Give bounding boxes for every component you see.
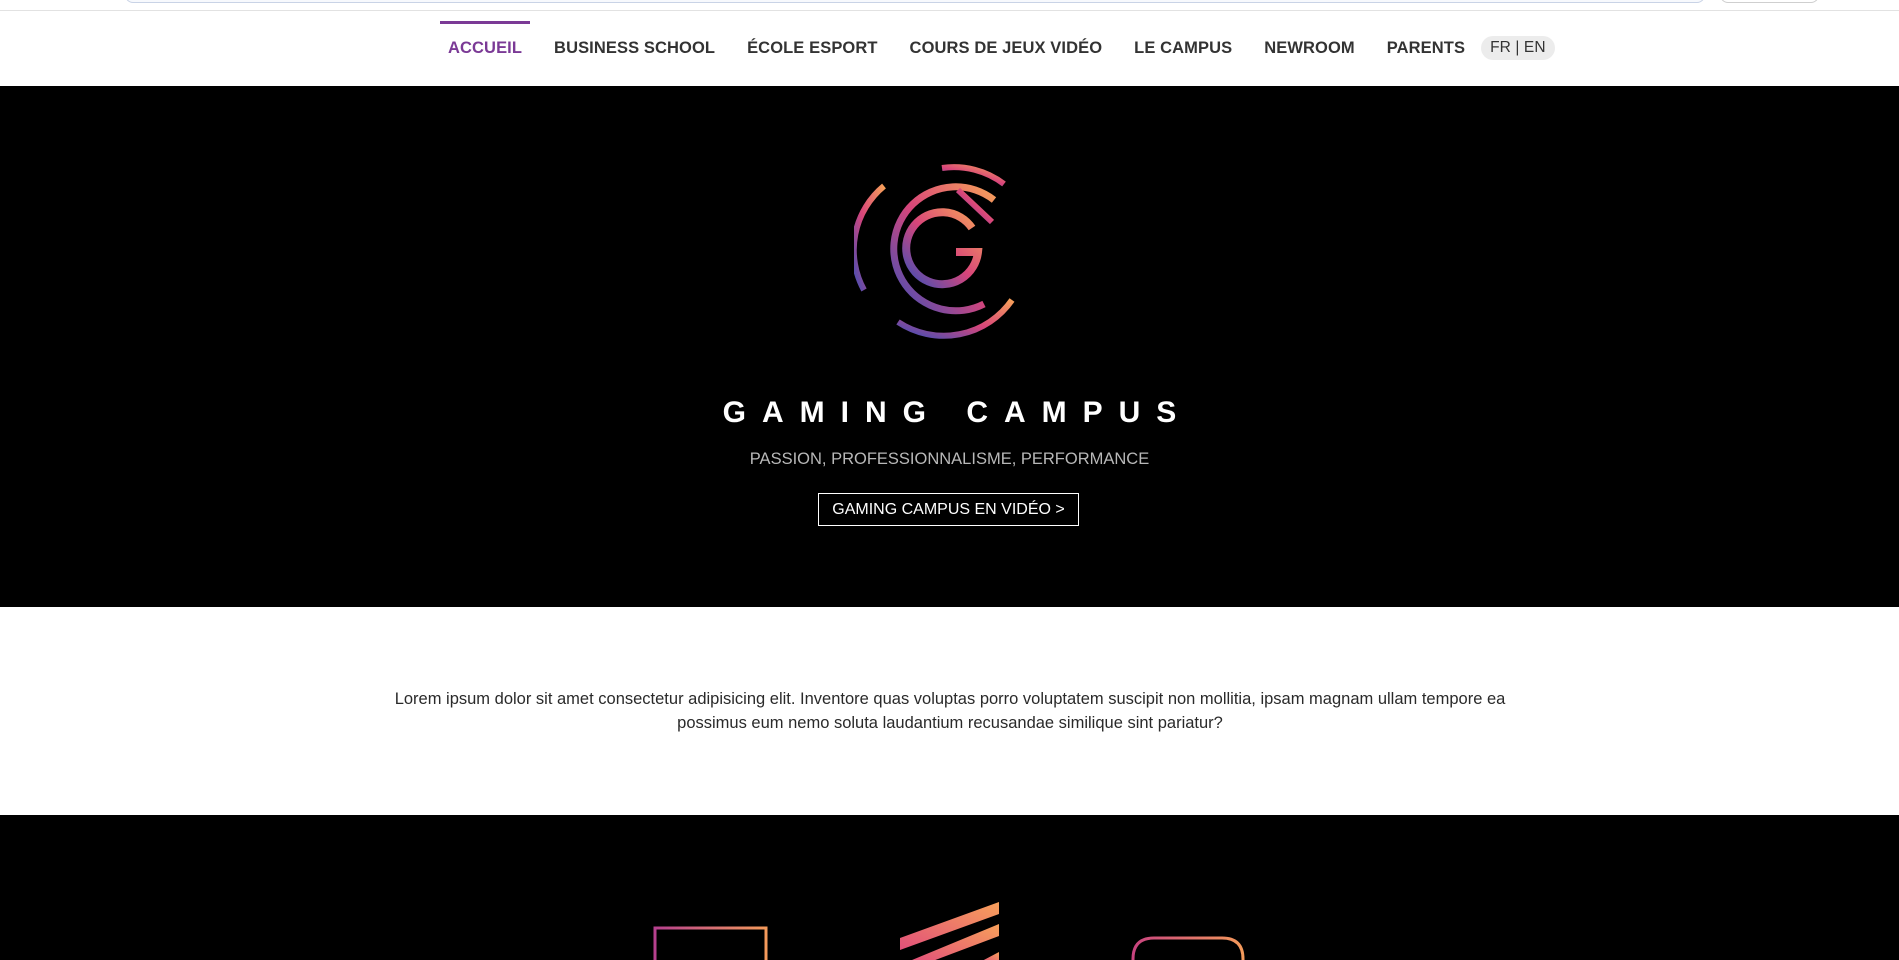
- nav-item-parents[interactable]: PARENTS: [1379, 32, 1473, 64]
- nav-link-newroom[interactable]: NEWROOM: [1264, 39, 1355, 58]
- gaming-campus-logo-icon: [854, 164, 1015, 339]
- nav-link-ecole-esport[interactable]: ÉCOLE ESPORT: [747, 39, 877, 58]
- intro-text: Lorem ipsum dolor sit amet consectetur a…: [394, 690, 1506, 732]
- stripes-icon: [900, 902, 999, 960]
- video-button[interactable]: GAMING CAMPUS EN VIDÉO >: [818, 493, 1079, 526]
- hero-section: GAMING CAMPUS PASSION, PROFESSIONNALISME…: [0, 86, 1899, 607]
- nav-item-ecole-esport[interactable]: ÉCOLE ESPORT: [739, 32, 885, 64]
- address-bar-edge[interactable]: [125, 0, 1705, 3]
- features-section: [0, 815, 1899, 960]
- nav-item-le-campus[interactable]: LE CAMPUS: [1126, 32, 1240, 64]
- nav-link-accueil[interactable]: ACCUEIL: [448, 39, 522, 58]
- browser-top-strip: [0, 0, 1899, 11]
- nav-link-business-school[interactable]: BUSINESS SCHOOL: [554, 39, 715, 58]
- nav-link-le-campus[interactable]: LE CAMPUS: [1134, 39, 1232, 58]
- intro-section: Lorem ipsum dolor sit amet consectetur a…: [0, 607, 1899, 815]
- nav-link-parents[interactable]: PARENTS: [1387, 39, 1465, 58]
- toolbar-button-edge[interactable]: [1720, 0, 1819, 3]
- main-navigation: ACCUEIL BUSINESS SCHOOL ÉCOLE ESPORT COU…: [0, 11, 1899, 86]
- hero-tagline: PASSION, PROFESSIONNALISME, PERFORMANCE: [749, 450, 1150, 468]
- square-outline-icon: [653, 926, 768, 960]
- language-switch-label[interactable]: FR | EN: [1490, 39, 1546, 57]
- nav-item-business-school[interactable]: BUSINESS SCHOOL: [546, 32, 723, 64]
- nav-item-newroom[interactable]: NEWROOM: [1256, 32, 1363, 64]
- rounded-box-icon: [1131, 936, 1245, 960]
- language-switch[interactable]: FR | EN: [1481, 36, 1555, 60]
- nav-link-cours-jeux-video[interactable]: COURS DE JEUX VIDÉO: [910, 39, 1103, 58]
- brand-name: GAMING CAMPUS: [722, 396, 1193, 429]
- nav-item-accueil[interactable]: ACCUEIL: [440, 21, 531, 64]
- nav-item-cours-jeux-video[interactable]: COURS DE JEUX VIDÉO: [902, 32, 1111, 64]
